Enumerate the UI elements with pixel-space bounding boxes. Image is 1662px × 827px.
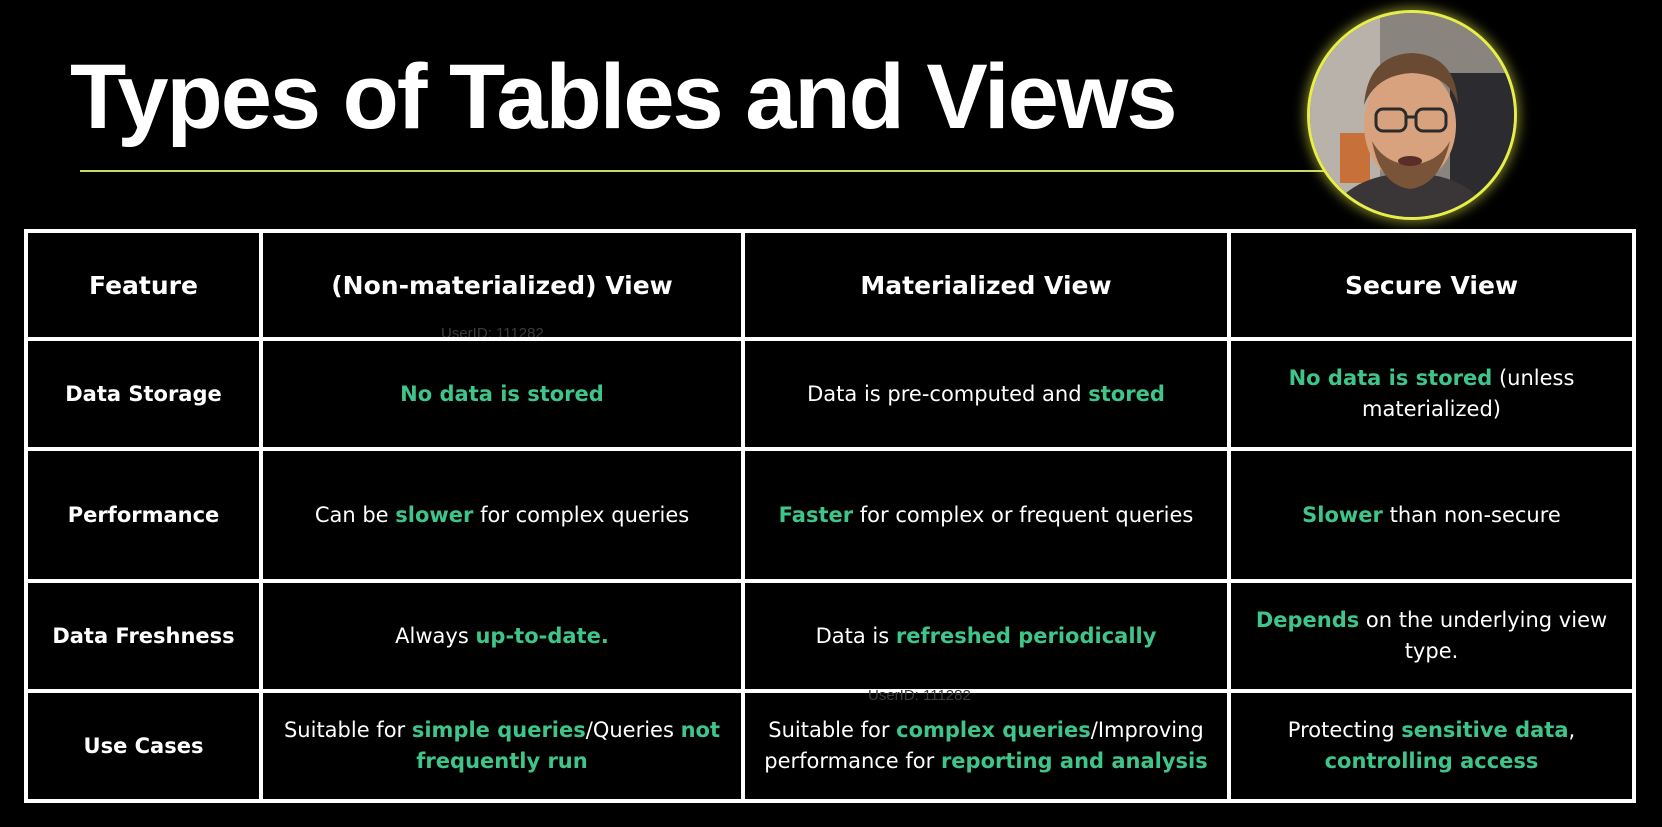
- presenter-face-image: [1310, 13, 1514, 217]
- highlighted-text: reporting and analysis: [940, 749, 1208, 773]
- cell-text: Always: [395, 623, 476, 648]
- highlighted-text: simple queries: [411, 718, 586, 742]
- cell-text: /Queries: [585, 718, 681, 742]
- non-materialized-cell: No data is stored: [259, 337, 745, 451]
- non-materialized-cell: Always up-to-date.: [259, 579, 745, 693]
- table-row: Performance Can be slower for complex que…: [24, 447, 1636, 583]
- feature-cell: Data Storage: [24, 337, 263, 451]
- highlighted-text: stored: [1088, 381, 1165, 406]
- highlighted-text: slower: [395, 502, 474, 527]
- secure-cell: Slower than non-secure: [1227, 447, 1636, 583]
- materialized-cell: Data is refreshed periodically: [741, 579, 1231, 693]
- column-header-secure-view: Secure View: [1227, 229, 1636, 341]
- highlighted-text: No data is stored: [1288, 366, 1493, 390]
- cell-text: Suitable for: [768, 718, 897, 742]
- table-row: Data Storage No data is stored Data is pre…: [24, 337, 1636, 451]
- non-materialized-cell: Can be slower for complex queries: [259, 447, 745, 583]
- column-header-non-materialized-view: (Non-materialized) View: [259, 229, 745, 341]
- table-row: Use Cases Suitable for simple queries/Que…: [24, 689, 1636, 803]
- comparison-table: Feature (Non-materialized) View Material…: [24, 229, 1636, 803]
- userid-watermark: UserID: 111282: [868, 687, 971, 704]
- highlighted-text: No data is stored: [400, 381, 604, 406]
- highlighted-text: refreshed periodically: [895, 623, 1157, 648]
- cell-text: Can be: [314, 502, 396, 527]
- column-header-materialized-view: Materialized View: [741, 229, 1231, 341]
- highlighted-text: Slower: [1302, 502, 1383, 527]
- cell-text: on the underlying view type.: [1359, 608, 1608, 663]
- cell-text: Data is: [815, 623, 896, 648]
- presenter-webcam-avatar: [1307, 10, 1517, 220]
- materialized-cell: Suitable for complex queries/Improving p…: [741, 689, 1231, 803]
- secure-cell: Protecting sensitive data, controlling a…: [1227, 689, 1636, 803]
- highlighted-text: sensitive data: [1401, 718, 1569, 742]
- highlighted-text: controlling access: [1324, 749, 1539, 773]
- secure-cell: No data is stored (unless materialized): [1227, 337, 1636, 451]
- slide-title: Types of Tables and Views: [70, 46, 1177, 148]
- table-row: Data Freshness Always up-to-date. Data is …: [24, 579, 1636, 693]
- highlighted-text: complex queries: [896, 718, 1091, 742]
- cell-text: Protecting: [1287, 718, 1402, 742]
- feature-cell: Data Freshness: [24, 579, 263, 693]
- materialized-cell: Faster for complex or frequent queries: [741, 447, 1231, 583]
- highlighted-text: up-to-date: [475, 623, 601, 648]
- column-header-feature: Feature: [24, 229, 263, 341]
- title-underline: [80, 170, 1340, 172]
- cell-text: Suitable for: [283, 718, 412, 742]
- cell-text: for complex queries: [473, 502, 690, 527]
- feature-cell: Use Cases: [24, 689, 263, 803]
- cell-text: ,: [1568, 718, 1576, 742]
- cell-text: Data is pre-computed and: [807, 381, 1089, 406]
- cell-text: than non-secure: [1382, 502, 1561, 527]
- table-header-row: Feature (Non-materialized) View Material…: [24, 229, 1636, 341]
- materialized-cell: Data is pre-computed and stored: [741, 337, 1231, 451]
- cell-text: for complex or frequent queries: [853, 502, 1194, 527]
- highlighted-text: .: [600, 623, 609, 648]
- feature-cell: Performance: [24, 447, 263, 583]
- secure-cell: Depends on the underlying view type.: [1227, 579, 1636, 693]
- highlighted-text: Faster: [778, 502, 854, 527]
- highlighted-text: Depends: [1255, 608, 1360, 632]
- non-materialized-cell: Suitable for simple queries/Queries not …: [259, 689, 745, 803]
